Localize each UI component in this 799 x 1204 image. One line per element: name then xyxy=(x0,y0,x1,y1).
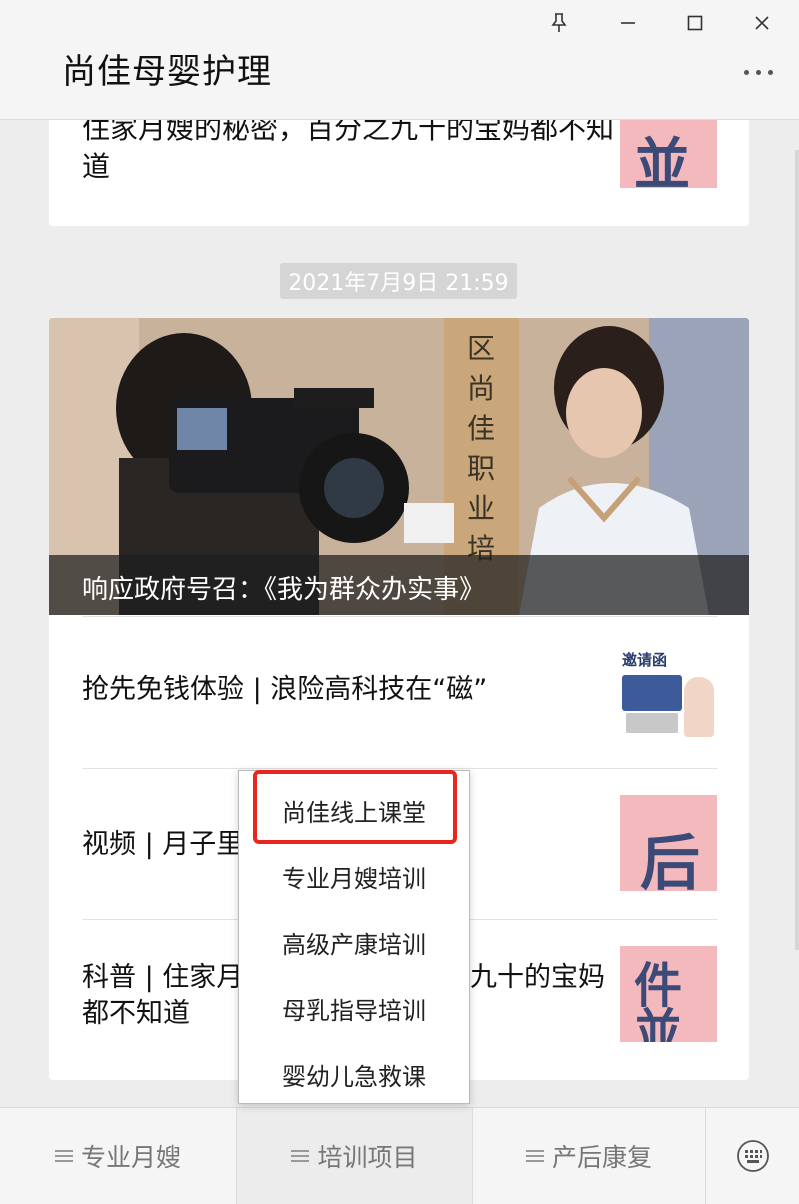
highlight-annotation xyxy=(253,770,457,844)
menu-item-breastfeeding-training[interactable]: 母乳指导培训 xyxy=(239,991,469,1026)
tab-label: 培训项目 xyxy=(317,1143,418,1172)
menu-item-postpartum-training[interactable]: 高级产康培训 xyxy=(239,925,469,960)
article-title-line1-left: 科普 | 住家月 xyxy=(82,962,244,993)
timestamp-badge: 2021年7月9日 21:59 xyxy=(280,263,517,299)
more-options-icon[interactable] xyxy=(744,70,773,75)
featured-article-title: 响应政府号召：《我为群众办实事》 xyxy=(82,575,486,605)
menu-item-nanny-training[interactable]: 专业月嫂培训 xyxy=(239,859,469,894)
tab-label: 专业月嫂 xyxy=(80,1143,181,1172)
article-thumbnail: 后 xyxy=(620,795,717,891)
svg-text:区: 区 xyxy=(467,332,495,365)
article-title: 抢先免钱体验 | 浪险高科技在“磁” xyxy=(82,674,488,705)
scrollbar[interactable] xyxy=(795,150,799,950)
article-thumbnail: 件 並 xyxy=(620,946,717,1042)
tab-label: 产后康复 xyxy=(551,1143,652,1172)
hero-caption-bar: 响应政府号召：《我为群众办实事》 xyxy=(49,555,749,615)
menu-lines-icon xyxy=(525,1147,544,1165)
title-bar: 尚佳母婴护理 xyxy=(0,0,799,120)
previous-article-title: 住家月嫂的秘密，百分之九十的宝妈都不知道 xyxy=(82,112,615,183)
article-title-line1-right: 九十的宝妈 xyxy=(470,962,605,993)
article-title-line2: 都不知道 xyxy=(82,998,190,1029)
bottom-menu-bar: 专业月嫂 培训项目 产后康复 xyxy=(0,1107,799,1204)
keyboard-icon[interactable] xyxy=(706,1108,799,1204)
article-thumbnail: 邀请函 xyxy=(620,647,717,739)
close-icon[interactable] xyxy=(744,6,780,40)
menu-item-infant-first-aid[interactable]: 婴幼儿急救课 xyxy=(239,1057,469,1092)
svg-text:职: 职 xyxy=(467,452,495,485)
tab-postpartum-recovery[interactable]: 产后康复 xyxy=(473,1108,706,1204)
tab-professional-nanny[interactable]: 专业月嫂 xyxy=(0,1108,237,1204)
menu-lines-icon xyxy=(54,1147,73,1165)
svg-text:尚: 尚 xyxy=(467,372,495,405)
list-item[interactable]: 抢先免钱体验 | 浪险高科技在“磁” 邀请函 xyxy=(82,616,718,768)
svg-text:业: 业 xyxy=(467,492,495,525)
article-title: 视频 | 月子里 xyxy=(82,829,244,860)
thumbnail-heading: 邀请函 xyxy=(622,651,668,669)
menu-lines-icon xyxy=(291,1147,310,1165)
maximize-icon[interactable] xyxy=(677,6,713,40)
pin-icon[interactable] xyxy=(541,6,577,40)
minimize-icon[interactable] xyxy=(610,6,646,40)
svg-text:佳: 佳 xyxy=(467,412,495,445)
featured-article-image[interactable]: 区 尚 佳 职 业 培 响应政府号召：《我为群众办实事》 xyxy=(49,318,749,615)
tab-training-programs[interactable]: 培训项目 xyxy=(237,1108,473,1204)
app-title: 尚佳母婴护理 xyxy=(62,52,272,92)
